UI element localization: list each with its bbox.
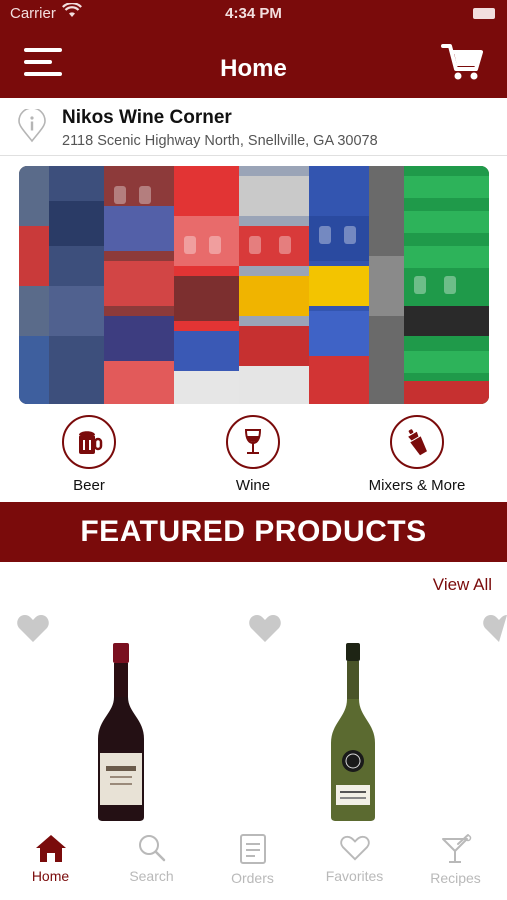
location-info-icon: [18, 109, 46, 143]
store-info[interactable]: Nikos Wine Corner 2118 Scenic Highway No…: [0, 98, 507, 156]
home-icon: [35, 835, 66, 862]
search-icon: [138, 835, 165, 862]
cocktail-shaker-icon: [390, 415, 444, 469]
favorite-heart-icon[interactable]: [248, 613, 282, 643]
favorite-heart-icon[interactable]: [16, 613, 50, 643]
cart-icon[interactable]: [441, 42, 483, 82]
battery-icon: [473, 8, 495, 19]
category-label: Mixers & More: [368, 477, 466, 494]
tab-orders[interactable]: Orders: [202, 834, 303, 886]
view-all-link[interactable]: View All: [433, 575, 492, 595]
tab-label: Search: [129, 868, 174, 884]
tab-label: Orders: [231, 870, 274, 886]
category-label: Wine: [235, 477, 271, 494]
tab-recipes[interactable]: Recipes: [405, 834, 506, 886]
tab-search[interactable]: Search: [101, 834, 202, 884]
promo-banner-image: [19, 166, 489, 404]
status-time: 4:34 PM: [225, 5, 282, 22]
tab-favorites[interactable]: Favorites: [304, 834, 405, 884]
category-row: Beer Wine Mixers & More: [0, 412, 507, 500]
orders-icon: [239, 834, 266, 864]
wine-glass-icon: [226, 415, 280, 469]
bottom-tab-bar: Home Search Orders Favorites Recipes: [0, 822, 507, 900]
category-label: Beer: [73, 477, 105, 494]
cocktail-glass-icon: [441, 834, 471, 863]
tab-label: Home: [31, 868, 70, 884]
category-wine[interactable]: Wine: [178, 412, 328, 494]
status-bar: Carrier 4:34 PM: [0, 0, 507, 28]
store-name: Nikos Wine Corner: [62, 107, 232, 128]
beer-mug-icon: [62, 415, 116, 469]
tab-home[interactable]: Home: [0, 834, 101, 884]
tab-label: Favorites: [325, 868, 384, 884]
category-mixers[interactable]: Mixers & More: [342, 412, 492, 494]
store-address: 2118 Scenic Highway North, Snellville, G…: [62, 133, 378, 149]
product-image-white-wine[interactable]: [327, 643, 379, 821]
product-image-red-wine[interactable]: [94, 643, 148, 821]
favorite-heart-icon[interactable]: [482, 613, 507, 643]
heart-icon: [339, 835, 370, 861]
featured-products-header: FEATURED PRODUCTS: [0, 502, 507, 562]
page-title: Home: [220, 55, 287, 82]
category-beer[interactable]: Beer: [14, 412, 164, 494]
tab-label: Recipes: [430, 870, 481, 886]
header-bar: Home: [0, 28, 507, 98]
